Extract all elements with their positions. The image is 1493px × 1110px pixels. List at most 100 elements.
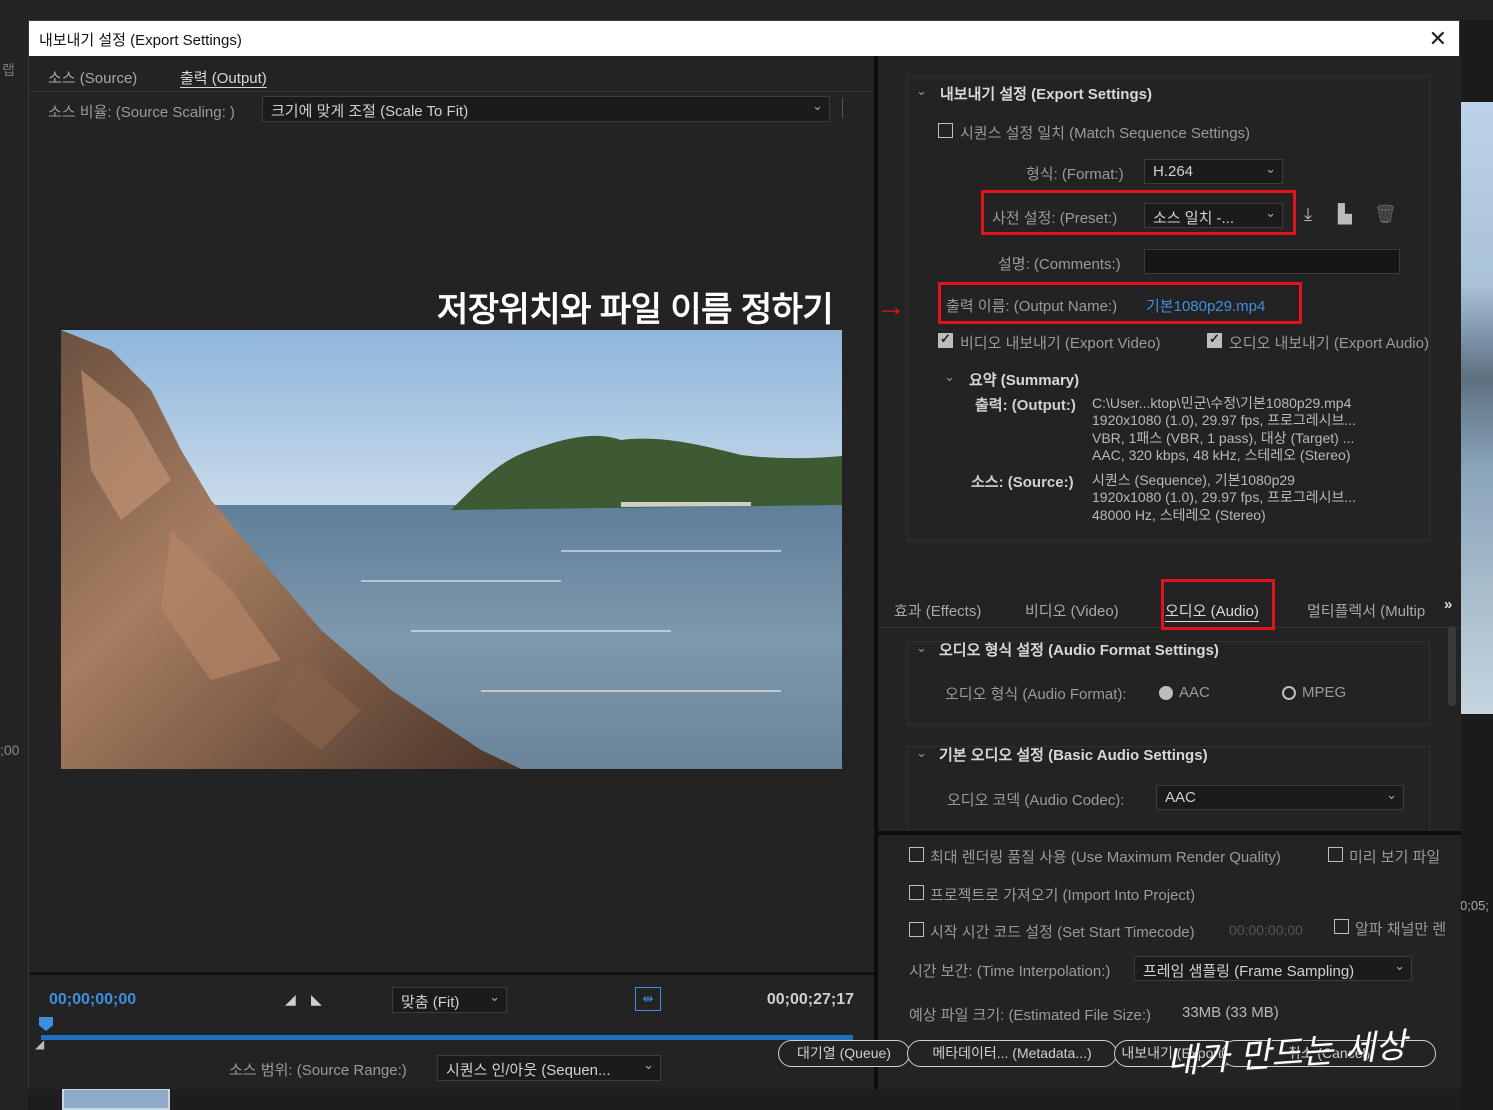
background-timecode-right: 0;05; <box>1460 898 1489 913</box>
time-interpolation-value: 프레임 샘플링 (Frame Sampling) <box>1143 963 1355 980</box>
output-preview-image <box>61 330 842 769</box>
audio-format-header: 오디오 형식 설정 (Audio Format Settings) <box>939 642 1219 659</box>
time-interpolation-select[interactable]: 프레임 샘플링 (Frame Sampling) ⌄ <box>1134 956 1412 981</box>
zoom-fit-select[interactable]: 맞춤 (Fit) ⌄ <box>392 987 507 1013</box>
chevron-down-icon: ⌄ <box>489 989 500 1004</box>
audio-format-aac-radio[interactable] <box>1159 686 1173 700</box>
dialog-titlebar: 내보내기 설정 (Export Settings) ✕ <box>29 21 1459 56</box>
audio-codec-label: 오디오 코덱 (Audio Codec): <box>947 792 1125 809</box>
audio-codec-select[interactable]: AAC ⌄ <box>1156 785 1404 810</box>
close-icon[interactable]: ✕ <box>1429 26 1447 52</box>
match-sequence-checkbox[interactable] <box>938 123 953 138</box>
preview-timeline: 00;00;00;00 ◢ ◣ 맞춤 (Fit) ⌄ ⇹ 00;00;27;17… <box>29 972 874 1089</box>
chevron-down-icon[interactable]: ⌄ <box>916 745 927 761</box>
export-audio-label: 오디오 내보내기 (Export Audio) <box>1229 335 1429 352</box>
import-preset-icon[interactable]: ▙ <box>1338 204 1352 225</box>
tab-source[interactable]: 소스 (Source) <box>48 67 137 88</box>
tab-video[interactable]: 비디오 (Video) <box>1025 600 1119 621</box>
use-previews-label: 미리 보기 파일 <box>1349 849 1441 866</box>
dialog-title: 내보내기 설정 (Export Settings) <box>39 32 242 49</box>
settings-pane: ⌄ 내보내기 설정 (Export Settings) 시퀀스 설정 일치 (M… <box>878 56 1461 1089</box>
tab-effects[interactable]: 효과 (Effects) <box>894 600 981 621</box>
summary-source-key: 소스: (Source:) <box>971 474 1074 491</box>
tab-output[interactable]: 출력 (Output) <box>180 67 267 88</box>
set-in-point-icon[interactable]: ◢ <box>285 991 296 1008</box>
source-range-label: 소스 범위: (Source Range:) <box>229 1062 407 1079</box>
max-render-quality-checkbox[interactable] <box>909 847 924 862</box>
use-previews-checkbox[interactable] <box>1328 847 1343 862</box>
audio-tab-highlight <box>1161 579 1275 630</box>
chevron-down-icon: ⌄ <box>1265 161 1276 176</box>
estimated-size-label: 예상 파일 크기: (Estimated File Size:) <box>909 1007 1152 1024</box>
in-point-marker-icon[interactable]: ◢ <box>35 1037 44 1051</box>
chevron-down-icon[interactable]: ⌄ <box>944 369 955 385</box>
import-into-project-checkbox[interactable] <box>909 885 924 900</box>
format-value: H.264 <box>1153 163 1194 180</box>
chevron-down-icon[interactable]: ⌄ <box>916 640 927 656</box>
summary-output-line: AAC, 320 kbps, 48 kHz, 스테레오 (Stereo) <box>1092 447 1351 463</box>
format-select[interactable]: H.264 ⌄ <box>1144 159 1283 184</box>
summary-source-line: 1920x1080 (1.0), 29.97 fps, 프로그레시브... <box>1092 489 1357 505</box>
format-label: 형식: (Format:) <box>1026 166 1124 183</box>
summary-header: 요약 (Summary) <box>969 372 1080 389</box>
settings-scrollbar[interactable] <box>1448 626 1456 706</box>
export-video-checkbox[interactable] <box>938 331 953 348</box>
comments-label: 설명: (Comments:) <box>998 256 1121 273</box>
scrub-bar[interactable] <box>41 1035 853 1040</box>
chevron-down-icon: ⌄ <box>1386 787 1397 802</box>
playhead-handle[interactable] <box>39 1017 53 1031</box>
background-timecode: ;00 <box>0 742 20 758</box>
summary-output-line: VBR, 1패스 (VBR, 1 pass), 대상 (Target) ... <box>1092 430 1355 446</box>
summary-output-key: 출력: (Output:) <box>975 397 1076 414</box>
save-preset-icon[interactable]: ⤓ <box>1304 204 1312 225</box>
callout-text: 저장위치와 파일 이름 정하기 <box>437 291 834 329</box>
set-out-point-icon[interactable]: ◣ <box>311 991 322 1008</box>
background-program-thumbnail <box>1461 102 1493 714</box>
audio-format-mpeg-label: MPEG <box>1302 684 1347 701</box>
tab-multiplexer[interactable]: 멀티플렉서 (Multip <box>1307 600 1437 621</box>
preview-pane: 소스 (Source) 출력 (Output) 소스 비율: (Source S… <box>29 56 874 1089</box>
metadata-button[interactable]: 메타데이터... (Metadata...) <box>907 1040 1117 1067</box>
audio-format-mpeg-radio[interactable] <box>1282 686 1296 700</box>
time-interpolation-label: 시간 보간: (Time Interpolation:) <box>909 963 1111 980</box>
preview-tabs: 소스 (Source) 출력 (Output) <box>29 56 874 92</box>
source-range-value: 시퀀스 인/아웃 (Sequen... <box>446 1062 611 1079</box>
source-range-select[interactable]: 시퀀스 인/아웃 (Sequen... ⌄ <box>437 1055 661 1081</box>
preset-highlight <box>981 190 1296 235</box>
queue-button[interactable]: 대기열 (Queue) <box>778 1040 910 1067</box>
export-settings-dialog: 내보내기 설정 (Export Settings) ✕ 소스 (Source) … <box>28 20 1461 1089</box>
source-scaling-label: 소스 비율: (Source Scaling: ) <box>48 104 235 121</box>
start-timecode-checkbox[interactable] <box>909 922 924 937</box>
start-timecode-label: 시작 시간 코드 설정 (Set Start Timecode) <box>930 924 1195 941</box>
export-settings-header: 내보내기 설정 (Export Settings) <box>940 86 1152 103</box>
background-left-panel: 랩 ;00 <box>0 20 28 1110</box>
start-timecode-value[interactable]: 00;00;00;00 <box>1229 922 1303 938</box>
summary-source-line: 48000 Hz, 스테레오 (Stereo) <box>1092 507 1266 523</box>
summary-output-line: 1920x1080 (1.0), 29.97 fps, 프로그레시브... <box>1092 412 1357 428</box>
aspect-toggle-icon[interactable]: ⇹ <box>635 987 661 1011</box>
seascape-image <box>61 330 842 769</box>
match-sequence-label: 시퀀스 설정 일치 (Match Sequence Settings) <box>960 125 1251 142</box>
chevron-down-icon[interactable]: ⌄ <box>916 83 927 99</box>
audio-format-aac-label: AAC <box>1179 684 1210 701</box>
background-menubar <box>0 0 1493 20</box>
delete-preset-icon[interactable]: 🗑 <box>1374 204 1397 225</box>
chevron-down-icon: ⌄ <box>643 1057 654 1072</box>
background-label: 랩 <box>2 62 15 78</box>
import-into-project-label: 프로젝트로 가져오기 (Import Into Project) <box>930 887 1196 904</box>
basic-audio-header: 기본 오디오 설정 (Basic Audio Settings) <box>939 747 1208 764</box>
alpha-only-checkbox[interactable] <box>1334 919 1349 934</box>
chevron-down-icon: ⌄ <box>1394 958 1405 973</box>
duration-timecode: 00;00;27;17 <box>766 991 854 1008</box>
chevron-down-icon: ⌄ <box>812 98 823 113</box>
output-name-highlight <box>938 282 1302 324</box>
export-audio-checkbox[interactable] <box>1207 331 1222 348</box>
current-timecode[interactable]: 00;00;00;00 <box>49 991 136 1009</box>
export-video-label: 비디오 내보내기 (Export Video) <box>960 335 1161 352</box>
callout-arrow-icon: → <box>876 290 906 323</box>
comments-input[interactable] <box>1144 249 1400 274</box>
source-scaling-select[interactable]: 크기에 맞게 조절 (Scale To Fit) ⌄ <box>262 96 830 122</box>
background-right-panel: 0;05; <box>1460 20 1493 1110</box>
more-tabs-icon[interactable]: » <box>1444 596 1452 613</box>
source-scaling-row: 소스 비율: (Source Scaling: ) 크기에 맞게 조절 (Sca… <box>29 94 874 126</box>
